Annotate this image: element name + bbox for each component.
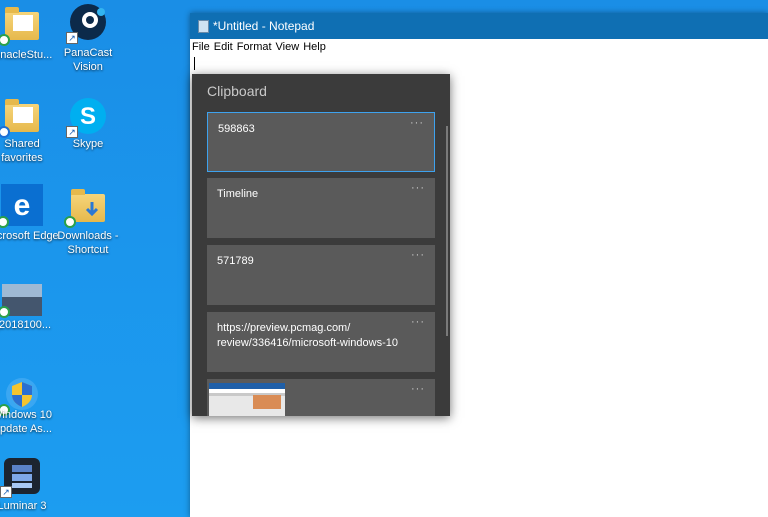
luminar-icon: ↗ [0,456,42,498]
desktop-icon-label: Luminar 3 [0,500,47,512]
svg-text:S: S [80,103,96,130]
clipboard-item-text: 598863 [218,123,255,135]
screenshot-thumbnail [209,383,285,416]
notepad-icon [198,19,209,33]
more-options-icon[interactable]: ··· [410,117,424,129]
desktop-icon-label: Skype [72,138,104,150]
folder-icon [0,4,42,46]
skype-icon: S ↗ [66,96,108,138]
more-options-icon[interactable]: ··· [411,182,425,194]
clipboard-scrollbar[interactable] [446,126,448,336]
folder-icon [0,96,42,138]
svg-text:e: e [14,189,31,222]
more-options-icon[interactable]: ··· [411,316,425,328]
clipboard-item[interactable]: 598863 ··· [207,112,435,172]
menu-format[interactable]: Format [237,41,276,53]
clipboard-item[interactable]: Timeline ··· [207,178,435,238]
menu-bar: File Edit Format View Help [190,39,768,55]
desktop-icon-label: Windows 10 Update As... [0,409,52,435]
clipboard-item-text: Timeline [217,188,259,200]
more-options-icon[interactable]: ··· [411,383,425,395]
clipboard-item[interactable]: 571789 ··· [207,245,435,305]
folder-shortcut-icon [64,186,108,228]
desktop-icon-label: Downloads - Shortcut [57,230,119,256]
text-caret [194,57,195,70]
menu-help[interactable]: Help [303,41,330,53]
clipboard-item[interactable]: https://preview.pcmag.com/ review/336416… [207,312,435,372]
clipboard-item-text: https://preview.pcmag.com/ review/336416… [217,322,398,349]
clipboard-title: Clipboard [207,83,267,99]
panacast-icon: ↗ [66,2,108,44]
title-bar[interactable]: *Untitled - Notepad [190,13,768,39]
image-file-icon [0,284,42,318]
menu-file[interactable]: File [192,41,214,53]
more-options-icon[interactable]: ··· [411,249,425,261]
desktop-icon-label: PanaCast Vision [63,47,113,73]
desktop-icon-label: _2018100... [0,319,52,331]
clipboard-item-text: 571789 [217,255,254,267]
menu-edit[interactable]: Edit [214,41,237,53]
menu-view[interactable]: View [276,41,304,53]
clipboard-item-image[interactable]: ··· [207,379,435,416]
clipboard-panel: Clipboard 598863 ··· Timeline ··· 571789… [192,74,450,416]
window-title: *Untitled - Notepad [213,19,315,33]
edge-icon: e [0,184,43,228]
